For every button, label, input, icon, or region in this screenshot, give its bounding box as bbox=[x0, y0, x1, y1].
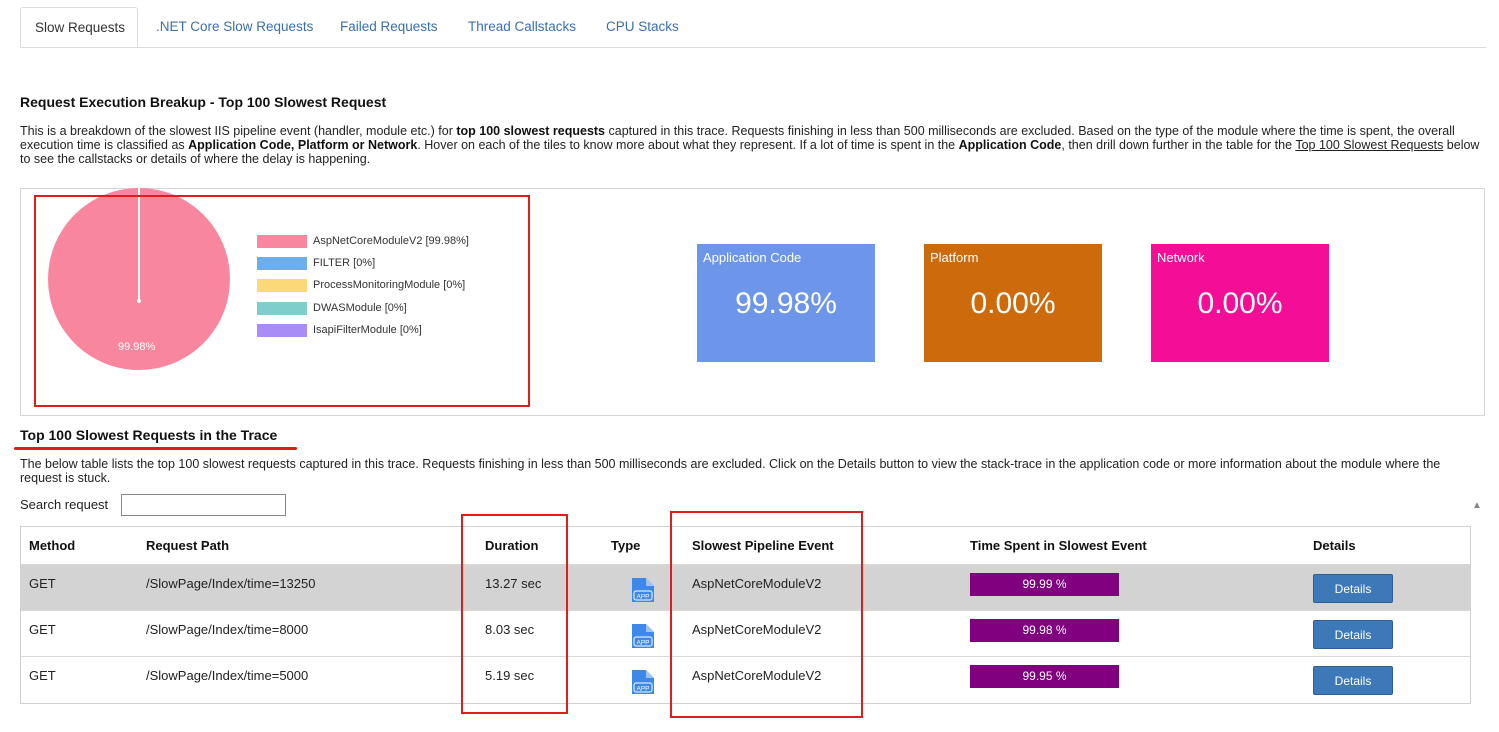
search-label: Search request bbox=[20, 497, 109, 512]
desc-bold: top 100 slowest requests bbox=[456, 124, 606, 138]
cell-request-path: /SlowPage/Index/time=8000 bbox=[146, 622, 309, 637]
tab-slow-requests[interactable]: Slow Requests bbox=[20, 7, 138, 47]
search-input[interactable] bbox=[121, 494, 286, 516]
time-spent-bar: 99.99 % bbox=[970, 573, 1119, 596]
tab-bar: Slow Requests .NET Core Slow Requests Fa… bbox=[20, 7, 1486, 48]
tile-value: 0.00% bbox=[1197, 287, 1283, 320]
highlight-box-event bbox=[670, 511, 863, 718]
details-button[interactable]: Details bbox=[1313, 574, 1393, 603]
slowest-requests-link[interactable]: Top 100 Slowest Requests bbox=[1295, 138, 1443, 152]
highlight-underline bbox=[14, 447, 297, 450]
cell-method: GET bbox=[29, 668, 56, 683]
app-file-icon: APP bbox=[632, 670, 654, 694]
breakup-title: Request Execution Breakup - Top 100 Slow… bbox=[20, 94, 387, 110]
details-button[interactable]: Details bbox=[1313, 620, 1393, 649]
tile-label: Application Code bbox=[703, 250, 802, 265]
breakup-description: This is a breakdown of the slowest IIS p… bbox=[20, 124, 1482, 166]
svg-text:APP: APP bbox=[636, 686, 649, 693]
tab-failed-requests[interactable]: Failed Requests bbox=[340, 7, 438, 47]
column-header-type[interactable]: Type bbox=[611, 527, 640, 564]
column-header-method[interactable]: Method bbox=[29, 527, 75, 564]
tile-value: 0.00% bbox=[970, 287, 1056, 320]
column-header-request-path[interactable]: Request Path bbox=[146, 527, 229, 564]
cell-request-path: /SlowPage/Index/time=13250 bbox=[146, 576, 316, 591]
column-header-details[interactable]: Details bbox=[1313, 527, 1356, 564]
column-header-time-spent[interactable]: Time Spent in Slowest Event bbox=[970, 527, 1147, 564]
tab-net-core-slow-requests[interactable]: .NET Core Slow Requests bbox=[156, 7, 313, 47]
time-spent-bar: 99.95 % bbox=[970, 665, 1119, 688]
tab-thread-callstacks[interactable]: Thread Callstacks bbox=[468, 7, 576, 47]
cell-method: GET bbox=[29, 576, 56, 591]
app-file-icon: APP bbox=[632, 624, 654, 648]
slowest-description: The below table lists the top 100 slowes… bbox=[20, 457, 1441, 485]
details-button[interactable]: Details bbox=[1313, 666, 1393, 695]
scroll-up-icon[interactable]: ▲ bbox=[1472, 500, 1482, 511]
desc-text: , then drill down further in the table f… bbox=[1061, 138, 1296, 152]
tile-network[interactable]: Network 0.00% bbox=[1151, 244, 1329, 362]
app-file-icon: APP bbox=[632, 578, 654, 602]
desc-text: This is a breakdown of the slowest IIS p… bbox=[20, 124, 457, 138]
tile-application-code[interactable]: Application Code 99.98% bbox=[697, 244, 875, 362]
tile-platform[interactable]: Platform 0.00% bbox=[924, 244, 1102, 362]
tile-label: Platform bbox=[930, 250, 979, 265]
cell-method: GET bbox=[29, 622, 56, 637]
cell-request-path: /SlowPage/Index/time=5000 bbox=[146, 668, 309, 683]
svg-text:APP: APP bbox=[636, 640, 649, 647]
desc-text: . Hover on each of the tiles to know mor… bbox=[417, 138, 959, 152]
slowest-title: Top 100 Slowest Requests in the Trace bbox=[20, 427, 278, 443]
tile-value: 99.98% bbox=[735, 287, 837, 320]
tab-cpu-stacks[interactable]: CPU Stacks bbox=[606, 7, 679, 47]
tile-label: Network bbox=[1157, 250, 1205, 265]
desc-bold: Application Code bbox=[958, 138, 1062, 152]
time-spent-bar: 99.98 % bbox=[970, 619, 1119, 642]
highlight-box-duration bbox=[461, 514, 568, 714]
highlight-box-chart bbox=[34, 195, 530, 407]
svg-text:APP: APP bbox=[636, 594, 649, 601]
desc-bold: Application Code, Platform or Network bbox=[188, 138, 418, 152]
